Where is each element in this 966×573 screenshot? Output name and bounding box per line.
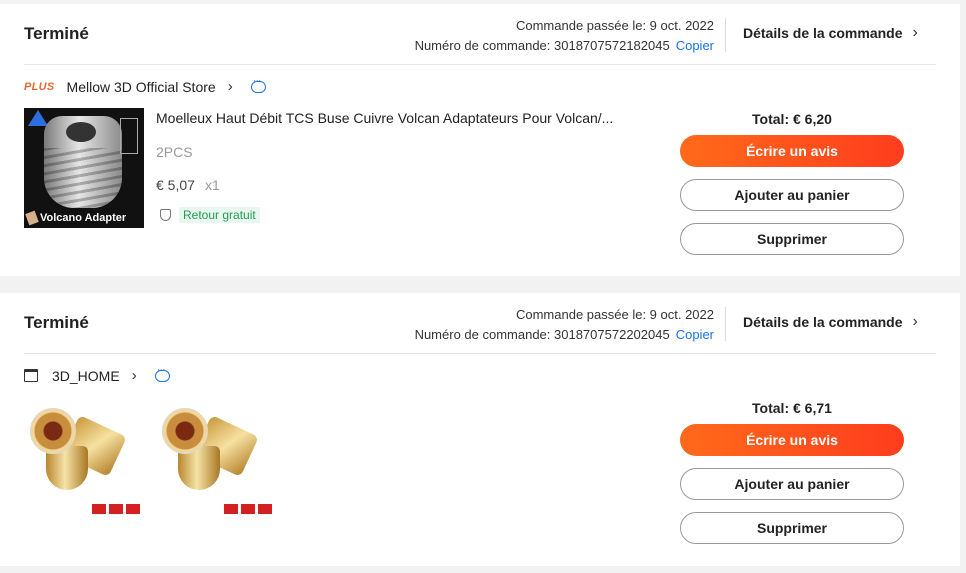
hex-socket bbox=[66, 122, 96, 142]
divider bbox=[24, 64, 936, 65]
product-title[interactable]: Moelleux Haut Débit TCS Buse Cuivre Volc… bbox=[156, 110, 631, 126]
product-price: € 5,07 bbox=[156, 177, 195, 193]
order-status: Terminé bbox=[24, 313, 89, 332]
store-icon bbox=[24, 369, 38, 382]
free-return-badge: Retour gratuit bbox=[156, 207, 260, 223]
order-date: Commande passée le: 9 oct. 2022 bbox=[515, 18, 714, 33]
order-meta: Commande passée le: 9 oct. 2022 Numéro d… bbox=[415, 305, 714, 345]
plus-badge: PLUS bbox=[24, 80, 55, 93]
nozzle-thread bbox=[44, 148, 122, 208]
size-tags bbox=[92, 504, 140, 514]
store-name[interactable]: Mellow 3D Official Store bbox=[67, 79, 216, 95]
order-number-row: Numéro de commande: 3018707572202045 Copi… bbox=[415, 325, 714, 345]
order-card: Terminé Commande passée le: 9 oct. 2022 … bbox=[0, 293, 960, 566]
product-image[interactable]: Volcano Adapter bbox=[24, 108, 144, 228]
order-number-row: Numéro de commande: 3018707572182045 Copi… bbox=[415, 36, 714, 56]
add-to-cart-button[interactable]: Ajouter au panier bbox=[680, 179, 904, 211]
size-tags bbox=[224, 504, 272, 514]
chevron-right-icon: › bbox=[912, 24, 918, 41]
chevron-right-icon: › bbox=[912, 313, 918, 330]
free-return-label: Retour gratuit bbox=[179, 207, 260, 223]
order-details-link[interactable]: Détails de la commande › bbox=[743, 313, 918, 331]
nozzle-top bbox=[30, 408, 76, 454]
delete-button[interactable]: Supprimer bbox=[680, 512, 904, 544]
order-status: Terminé bbox=[24, 24, 89, 43]
dimension-diagram bbox=[120, 118, 138, 154]
order-number: Numéro de commande: 3018707572202045 bbox=[414, 327, 670, 342]
caption-mark bbox=[25, 210, 39, 226]
store-row: 3D_HOME › bbox=[24, 364, 170, 384]
store-row: PLUS Mellow 3D Official Store › bbox=[24, 75, 266, 95]
delete-button[interactable]: Supprimer bbox=[680, 223, 904, 255]
chevron-right-icon[interactable]: › bbox=[228, 78, 233, 95]
divider bbox=[725, 18, 726, 52]
divider bbox=[725, 307, 726, 341]
copy-button[interactable]: Copier bbox=[676, 327, 714, 342]
order-number: Numéro de commande: 3018707572182045 bbox=[414, 38, 670, 53]
store-name[interactable]: 3D_HOME bbox=[52, 368, 120, 384]
chat-icon[interactable] bbox=[250, 75, 266, 93]
order-card: Terminé Commande passée le: 9 oct. 2022 … bbox=[0, 4, 960, 276]
order-details-label: Détails de la commande bbox=[743, 25, 903, 41]
chevron-right-icon[interactable]: › bbox=[132, 367, 137, 384]
order-total: Total: € 6,71 bbox=[752, 400, 832, 416]
order-details-label: Détails de la commande bbox=[743, 314, 903, 330]
shield-icon bbox=[160, 209, 171, 221]
order-total: Total: € 6,20 bbox=[752, 111, 832, 127]
nozzle-top bbox=[162, 408, 208, 454]
chat-icon[interactable] bbox=[154, 364, 170, 382]
order-date: Commande passée le: 9 oct. 2022 bbox=[515, 307, 714, 322]
product-price-row: € 5,07 x1 bbox=[156, 177, 220, 193]
product-image[interactable] bbox=[24, 402, 144, 522]
product-quantity: x1 bbox=[204, 177, 220, 193]
product-image[interactable] bbox=[156, 402, 276, 522]
copy-button[interactable]: Copier bbox=[676, 38, 714, 53]
order-details-link[interactable]: Détails de la commande › bbox=[743, 24, 918, 42]
image-caption: Volcano Adapter bbox=[40, 212, 127, 224]
warning-icon bbox=[28, 110, 48, 126]
order-meta: Commande passée le: 9 oct. 2022 Numéro d… bbox=[415, 16, 714, 56]
add-to-cart-button[interactable]: Ajouter au panier bbox=[680, 468, 904, 500]
write-review-button[interactable]: Écrire un avis bbox=[680, 424, 904, 456]
write-review-button[interactable]: Écrire un avis bbox=[680, 135, 904, 167]
divider bbox=[24, 353, 936, 354]
product-variant: 2PCS bbox=[156, 144, 193, 160]
